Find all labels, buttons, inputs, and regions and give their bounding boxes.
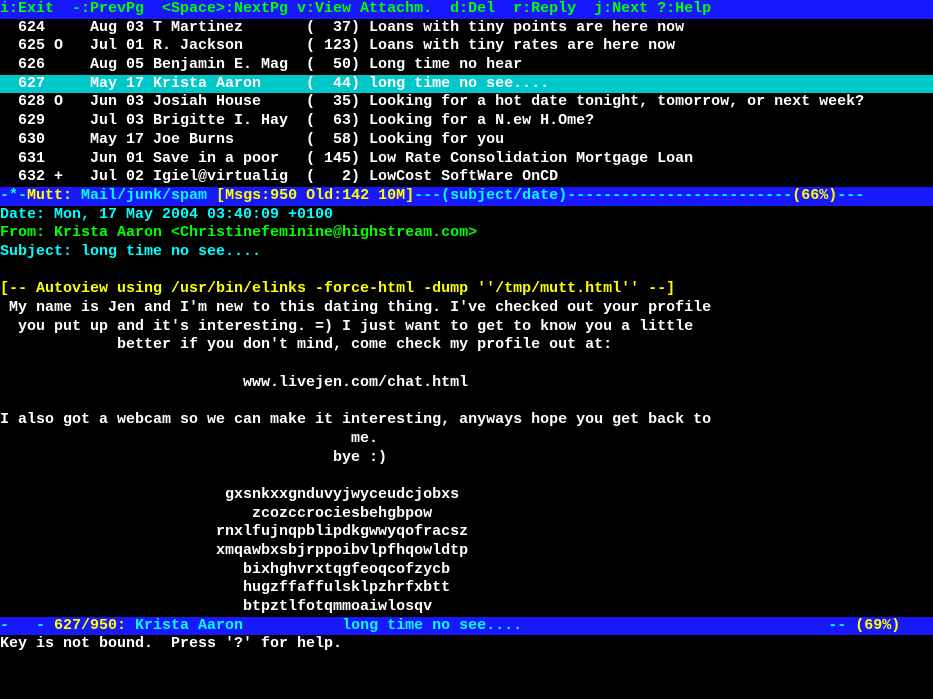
message-row[interactable]: 624 Aug 03 T Martinez ( 37) Loans with t… xyxy=(0,19,933,38)
body-line: xmqawbxsbjrppoibvlpfhqowldtp xyxy=(0,542,933,561)
header-date: Date: Mon, 17 May 2004 03:40:09 +0100 xyxy=(0,206,933,225)
body-line: zcozccrociesbehgbpow xyxy=(0,505,933,524)
message-row[interactable]: 629 Jul 03 Brigitte I. Hay ( 63) Looking… xyxy=(0,112,933,131)
message-row[interactable]: 628 O Jun 03 Josiah House ( 35) Looking … xyxy=(0,93,933,112)
message-row[interactable]: 630 May 17 Joe Burns ( 58) Looking for y… xyxy=(0,131,933,150)
body-line: me. xyxy=(0,430,933,449)
body-line: bye :) xyxy=(0,449,933,468)
body-line: hugzffaffulsklpzhrfxbtt xyxy=(0,579,933,598)
body-line: www.livejen.com/chat.html xyxy=(0,374,933,393)
index-status-bar: -*-Mutt: Mail/junk/spam [Msgs:950 Old:14… xyxy=(0,187,933,206)
body-line: gxsnkxxgnduvyjwyceudcjobxs xyxy=(0,486,933,505)
body-line: you put up and it's interesting. =) I ju… xyxy=(0,318,933,337)
body-line: better if you don't mind, come check my … xyxy=(0,336,933,355)
body-line xyxy=(0,467,933,486)
body-line xyxy=(0,355,933,374)
message-row[interactable]: 626 Aug 05 Benjamin E. Mag ( 50) Long ti… xyxy=(0,56,933,75)
message-row[interactable]: 632 + Jul 02 Igiel@virtualig ( 2) LowCos… xyxy=(0,168,933,187)
body-line: My name is Jen and I'm new to this datin… xyxy=(0,299,933,318)
body-line xyxy=(0,392,933,411)
top-help-bar: i:Exit -:PrevPg <Space>:NextPg v:View At… xyxy=(0,0,933,19)
autoview-line: [-- Autoview using /usr/bin/elinks -forc… xyxy=(0,280,933,299)
message-row[interactable]: 625 O Jul 01 R. Jackson ( 123) Loans wit… xyxy=(0,37,933,56)
body-line: bixhghvrxtqgfeoqcofzycb xyxy=(0,561,933,580)
help-bar: i:Exit -:PrevPg <Space>:NextPg v:View At… xyxy=(0,0,711,17)
blank xyxy=(0,262,933,281)
header-subject: Subject: long time no see.... xyxy=(0,243,933,262)
message-row[interactable]: 631 Jun 01 Save in a poor ( 145) Low Rat… xyxy=(0,150,933,169)
pager-status-bar: - - 627/950: Krista Aaron long time no s… xyxy=(0,617,933,636)
prompt-line: Key is not bound. Press '?' for help. xyxy=(0,635,933,654)
body-line: rnxlfujnqpblipdkgwwyqofracsz xyxy=(0,523,933,542)
body-line: I also got a webcam so we can make it in… xyxy=(0,411,933,430)
header-from: From: Krista Aaron <Christinefeminine@hi… xyxy=(0,224,933,243)
message-row[interactable]: 627 May 17 Krista Aaron ( 44) long time … xyxy=(0,75,933,94)
body-line: btpztlfotqmmoaiwlosqv xyxy=(0,598,933,617)
